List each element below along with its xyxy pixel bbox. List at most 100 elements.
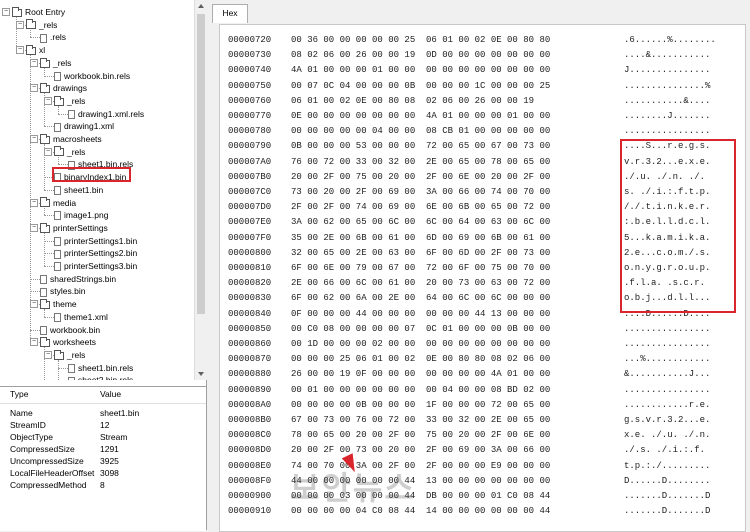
property-row[interactable]: CompressedSize 1291: [0, 443, 206, 455]
tree-expander-icon[interactable]: −: [30, 84, 38, 93]
hex-row[interactable]: 00000740 4A 01 00 00 00 01 00 00 00 00 00…: [220, 64, 745, 77]
tree-file[interactable]: styles.bin: [40, 285, 85, 297]
hex-row[interactable]: 00000880 26 00 00 19 0F 00 00 00 00 00 00…: [220, 368, 745, 381]
folder-icon: [40, 197, 50, 208]
hex-offset: 000008C0: [228, 430, 272, 441]
tree-folder[interactable]: Root Entry: [12, 6, 65, 18]
hex-offset: 00000760: [228, 95, 272, 106]
hex-row[interactable]: 00000890 00 01 00 00 00 00 00 00 00 04 00…: [220, 384, 745, 397]
hex-offset: 000008E0: [228, 460, 272, 471]
property-value: 12: [100, 420, 110, 430]
hex-row[interactable]: 00000780 00 00 00 00 00 04 00 00 08 CB 01…: [220, 125, 745, 138]
hex-ascii: ........J.......: [624, 111, 711, 121]
hex-view[interactable]: 00000720 00 36 00 00 00 00 00 25 06 01 00…: [219, 24, 746, 532]
tree-folder[interactable]: xl: [26, 44, 45, 56]
hex-row[interactable]: 00000720 00 36 00 00 00 00 00 25 06 01 00…: [220, 34, 745, 47]
hex-row[interactable]: 000008C0 78 00 65 00 20 00 2F 00 75 00 20…: [220, 429, 745, 442]
hex-ascii: ................: [624, 323, 711, 334]
tree-file[interactable]: printerSettings3.bin: [54, 260, 137, 272]
property-row[interactable]: LocalFileHeaderOffset 3098: [0, 467, 206, 479]
hex-ascii: J...............: [624, 65, 711, 76]
tree-file[interactable]: workbook.bin.rels: [54, 70, 130, 82]
scroll-thumb[interactable]: [197, 14, 205, 314]
hex-offset: 00000830: [228, 293, 272, 304]
hex-bytes: 0B 00 00 00 53 00 00 00 72 00 65 00 67 0…: [291, 141, 551, 152]
folder-icon: [54, 349, 64, 360]
tree-expander-icon[interactable]: −: [30, 58, 38, 67]
tree-file[interactable]: theme1.xml: [54, 311, 108, 323]
column-header-value[interactable]: Value: [100, 389, 121, 399]
hex-bytes: 73 00 20 00 2F 00 69 00 3A 00 66 00 74 0…: [291, 187, 551, 197]
tree-expander-icon[interactable]: −: [16, 20, 24, 29]
right-panel: Hex 00000720 00 36 00 00 00 00 00 25 06 0…: [209, 0, 750, 532]
tree-folder[interactable]: macrosheets: [40, 133, 102, 145]
hex-offset: 00000880: [228, 369, 272, 380]
scroll-down-arrow-icon[interactable]: [198, 372, 204, 376]
tree-connector-line: [58, 105, 59, 114]
hex-row[interactable]: 000008D0 20 00 2F 00 73 00 20 00 2F 00 69…: [220, 444, 745, 457]
tree-file[interactable]: image1.png: [54, 209, 108, 221]
tree-folder[interactable]: drawings: [40, 82, 87, 94]
tree-expander-icon[interactable]: −: [30, 198, 38, 207]
tree-file[interactable]: sheet1.bin.rels: [68, 362, 133, 374]
column-header-type[interactable]: Type: [10, 389, 28, 399]
tree-item-label: workbook.bin: [50, 324, 101, 335]
tree-expander-icon[interactable]: −: [44, 147, 52, 156]
property-row[interactable]: Name sheet1.bin: [0, 407, 206, 419]
hex-row[interactable]: 00000750 00 07 0C 04 00 00 00 0B 00 00 00…: [220, 80, 745, 93]
tree-folder[interactable]: printerSettings: [40, 222, 108, 234]
hex-row[interactable]: 00000860 00 1D 00 00 00 02 00 00 00 00 00…: [220, 338, 745, 351]
tree-folder[interactable]: media: [40, 197, 76, 209]
tree-folder[interactable]: theme: [40, 298, 77, 310]
tree-file[interactable]: workbook.bin: [40, 324, 100, 336]
tree-connector-line: [30, 291, 40, 293]
tree-expander-icon[interactable]: −: [44, 350, 52, 359]
hex-row[interactable]: 00000850 00 C0 08 00 00 00 00 07 0C 01 00…: [220, 323, 745, 336]
tree-file[interactable]: printerSettings1.bin: [54, 235, 137, 247]
hex-row[interactable]: 00000730 08 02 06 00 26 00 00 19 0D 00 00…: [220, 49, 745, 62]
property-row[interactable]: StreamID 12: [0, 419, 206, 431]
property-row[interactable]: ObjectType Stream: [0, 431, 206, 443]
tree-file[interactable]: .rels: [40, 31, 66, 43]
tree-file[interactable]: printerSettings2.bin: [54, 247, 137, 259]
hex-offset: 00000800: [228, 247, 272, 258]
tree-expander-icon[interactable]: −: [2, 8, 10, 16]
tree-file[interactable]: sharedStrings.bin: [40, 273, 116, 285]
tree-item-label: worksheets: [53, 337, 96, 348]
hex-row[interactable]: 00000760 06 01 00 02 0E 00 80 08 02 06 00…: [220, 95, 745, 108]
hex-row[interactable]: 000008A0 00 00 00 00 0B 00 00 00 1F 00 00…: [220, 399, 745, 412]
property-name: ObjectType: [10, 432, 53, 442]
hex-row[interactable]: 00000870 00 00 00 25 06 01 00 02 0E 00 80…: [220, 353, 745, 366]
property-name: CompressedSize: [10, 444, 75, 454]
tree-item-label: workbook.bin.rels: [64, 70, 131, 81]
watermark-logo: 보안뉴스: [290, 469, 416, 507]
file-icon: [54, 122, 61, 132]
tree-expander-icon[interactable]: −: [30, 223, 38, 232]
tree-connector-line: [44, 93, 45, 127]
hex-ascii: ./.s. ./.i.:.f.: [624, 445, 706, 456]
file-icon: [54, 71, 61, 81]
tree-expander-icon[interactable]: −: [44, 96, 52, 105]
tree-file[interactable]: sheet2.bin.rels: [68, 374, 133, 380]
hex-offset: 00000750: [228, 80, 272, 91]
tree-expander-icon[interactable]: −: [30, 300, 38, 309]
hex-offset: 00000770: [228, 111, 272, 121]
tree-expander-icon[interactable]: −: [16, 46, 24, 55]
tree-file[interactable]: drawing1.xml.rels: [68, 108, 144, 120]
tree-scrollbar[interactable]: [194, 0, 207, 380]
tree-expander-icon[interactable]: −: [30, 338, 38, 347]
hex-row[interactable]: 00000770 0E 00 00 00 00 00 00 00 4A 01 00…: [220, 110, 745, 123]
property-row[interactable]: CompressedMethod 8: [0, 479, 206, 491]
property-row[interactable]: UncompressedSize 3925: [0, 455, 206, 467]
property-name: UncompressedSize: [10, 456, 84, 466]
tree-file[interactable]: sheet1.bin: [54, 184, 103, 196]
tree-file[interactable]: drawing1.xml: [54, 120, 114, 132]
hex-ascii: .6......%........: [624, 35, 716, 45]
folder-icon: [40, 57, 50, 68]
hex-ascii: t.p.:./.........: [624, 460, 711, 471]
scroll-up-arrow-icon[interactable]: [198, 4, 204, 8]
hex-row[interactable]: 000008B0 67 00 73 00 76 00 72 00 33 00 32…: [220, 414, 745, 427]
tab-hex[interactable]: Hex: [212, 4, 248, 23]
tree-folder[interactable]: worksheets: [40, 336, 96, 348]
tree-expander-icon[interactable]: −: [30, 135, 38, 143]
